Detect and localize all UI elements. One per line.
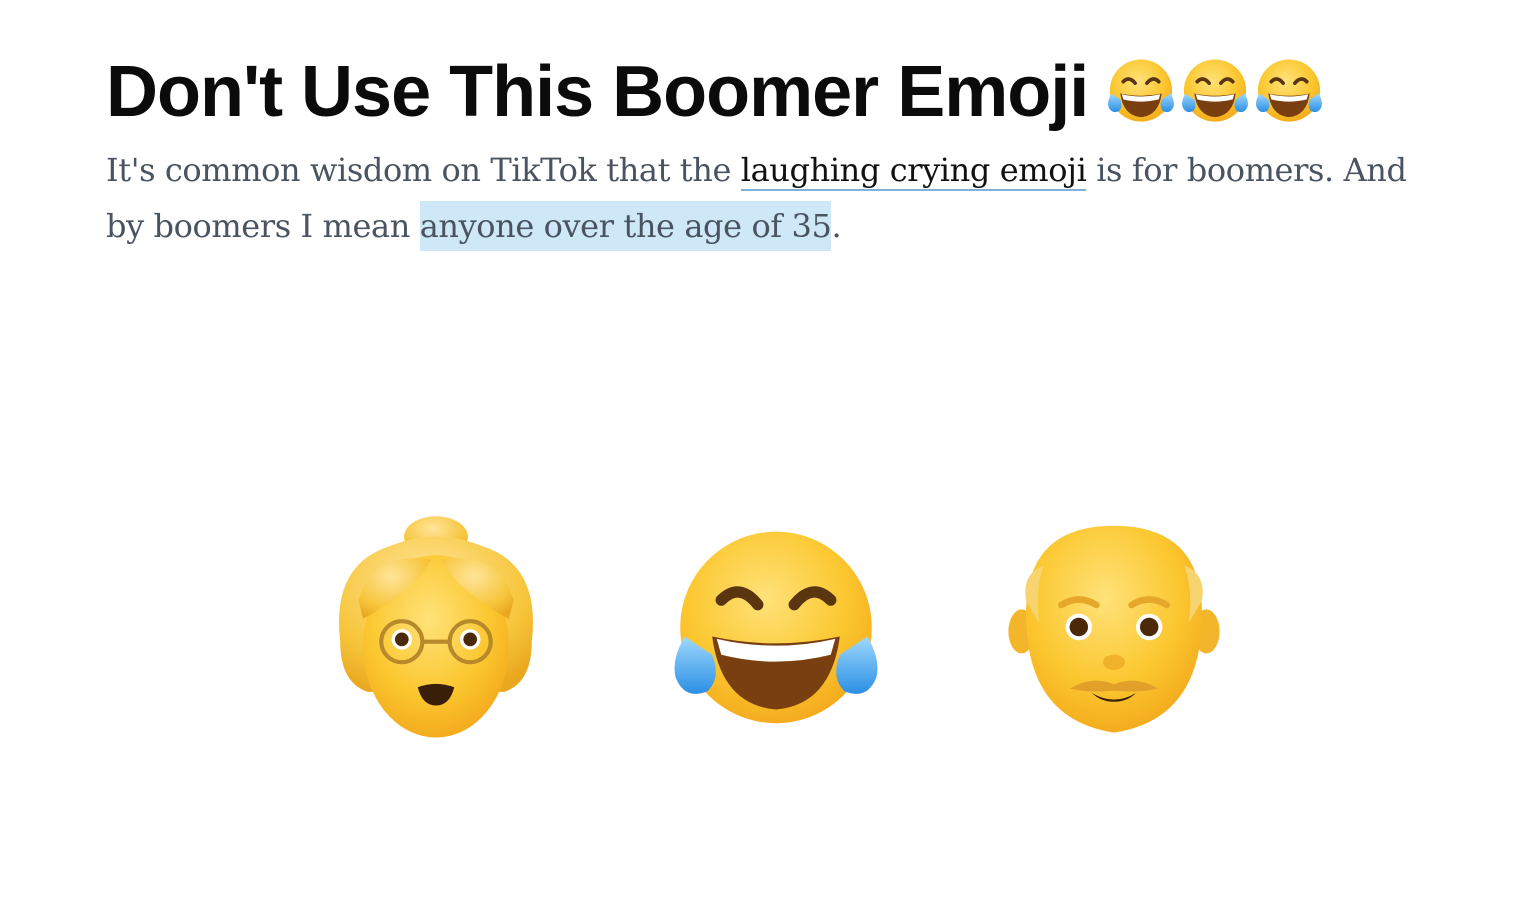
title-text: Don't Use This Boomer Emoji xyxy=(106,52,1089,132)
laughing-crying-icon xyxy=(1104,55,1178,129)
lede-text-3: . xyxy=(831,207,842,245)
lede-paragraph: It's common wisdom on TikTok that the la… xyxy=(106,142,1446,254)
emoji-illustration xyxy=(0,500,1530,760)
highlighted-text: anyone over the age of 35 xyxy=(419,201,832,251)
title-emoji-group xyxy=(1104,55,1326,129)
laughing-crying-emoji-link[interactable]: laughing crying emoji xyxy=(740,151,1087,191)
article: Don't Use This Boomer Emoji It's common … xyxy=(106,48,1446,254)
laughing-crying-icon xyxy=(662,518,890,746)
old-woman-icon xyxy=(339,516,533,738)
laughing-crying-icon xyxy=(1178,55,1252,129)
old-man-icon xyxy=(1008,525,1220,733)
page-title: Don't Use This Boomer Emoji xyxy=(106,48,1446,136)
laughing-crying-icon xyxy=(1252,55,1326,129)
lede-text-1: It's common wisdom on TikTok that the xyxy=(106,151,741,189)
